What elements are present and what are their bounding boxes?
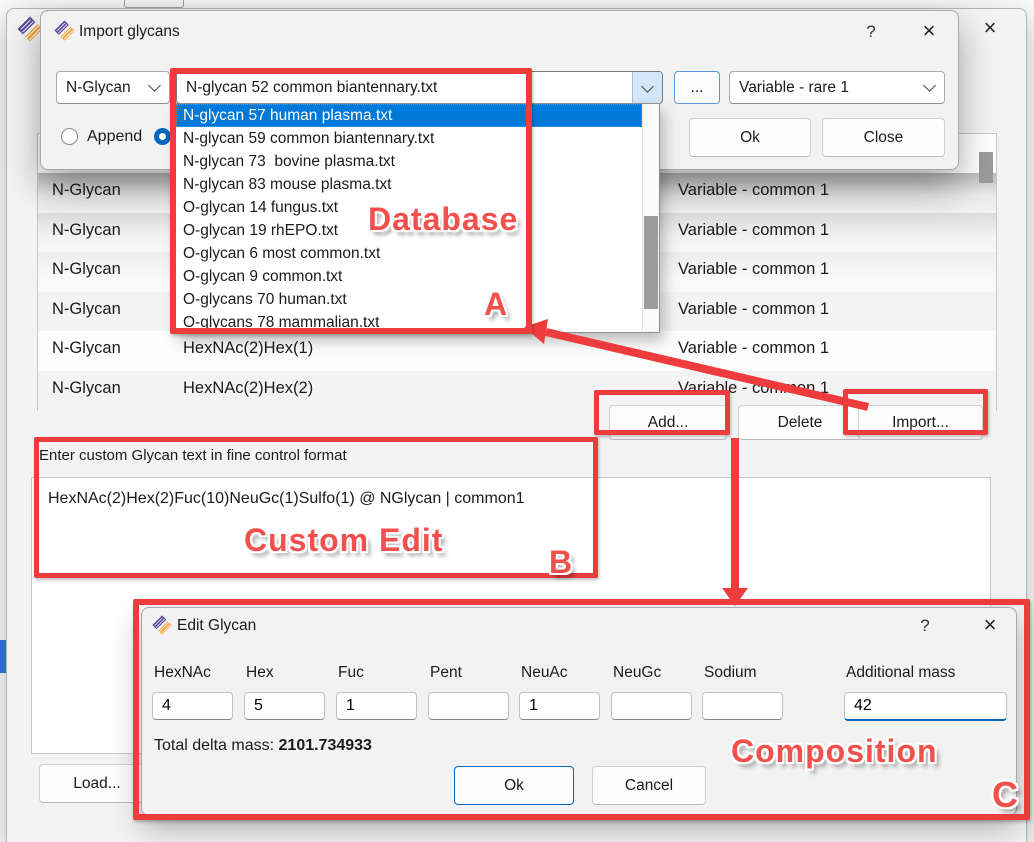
pent-input[interactable] [428,692,509,720]
edit-glycan-dialog: Edit Glycan ? × HexNAc Hex Fuc Pent NeuA… [141,607,1017,816]
import-dialog-title: Import glycans [79,23,180,40]
field-label-neuac: NeuAc [521,664,568,681]
append-radio-label: Append [87,128,143,145]
combo-dropdown-button[interactable] [632,72,662,103]
hexnac-input[interactable] [152,692,233,720]
edit-dialog-icon [152,615,172,635]
sodium-input[interactable] [702,692,783,720]
edit-cancel-button[interactable]: Cancel [592,766,706,805]
import-button[interactable]: Import... [858,405,983,440]
main-window-close-icon[interactable]: × [975,17,1005,39]
dropdown-scrollbar-thumb[interactable] [644,216,658,309]
table-scrollbar[interactable] [979,152,993,183]
additional-mass-input[interactable] [844,692,1007,721]
overwrite-radio[interactable] [154,128,171,145]
field-label-additional-mass: Additional mass [846,664,956,681]
modification-combo[interactable]: Variable - rare 1 [729,71,945,104]
glycan-file-combo[interactable]: N-glycan 52 common biantennary.txt [176,71,663,104]
edit-ok-button[interactable]: Ok [454,766,574,805]
dropdown-item[interactable]: O-glycan 14 fungus.txt [176,196,642,219]
neuac-input[interactable] [519,692,600,720]
field-label-fuc: Fuc [338,664,364,681]
edit-dialog-title: Edit Glycan [177,617,257,634]
dropdown-item[interactable]: O-glycans 70 human.txt [176,288,642,311]
field-label-neugc: NeuGc [613,664,662,681]
append-radio[interactable] [61,128,78,145]
screenshot-root: { "annotation": { "color": "#ee3b3b", "d… [0,0,1034,842]
import-dialog-icon [54,20,75,41]
fuc-input[interactable] [336,692,417,720]
dropdown-item[interactable]: O-glycan 19 rhEPO.txt [176,219,642,242]
delete-button[interactable]: Delete [738,405,862,440]
glycan-file-dropdown-list: N-glycan 57 human plasma.txt N-glycan 59… [175,103,660,333]
edit-dialog-help-icon[interactable]: ? [912,616,938,636]
chevron-down-icon [148,79,161,92]
field-label-hexnac: HexNAc [154,664,211,681]
total-delta-mass-value: 2101.734933 [278,737,372,754]
hex-input[interactable] [244,692,325,720]
import-dialog-close-icon[interactable]: × [913,20,945,42]
background-window-fragment [124,0,184,8]
dropdown-item[interactable]: O-glycans 78 mammalian.txt [176,311,642,334]
total-delta-mass-label: Total delta mass: [154,737,275,754]
browse-button[interactable]: ... [674,71,720,104]
background-window-edge [0,640,6,673]
dropdown-item[interactable]: N-glycan 59 common biantennary.txt [176,127,642,150]
glycan-type-combo[interactable]: N-Glycan [56,71,170,104]
add-button[interactable]: Add... [609,405,727,440]
chevron-down-icon [923,79,936,92]
field-label-hex: Hex [246,664,274,681]
dropdown-item[interactable]: O-glycan 9 common.txt [176,265,642,288]
chevron-down-icon [641,79,654,93]
custom-glycan-label: Enter custom Glycan text in fine control… [39,447,347,464]
load-button[interactable]: Load... [39,764,155,803]
field-label-pent: Pent [430,664,462,681]
neugc-input[interactable] [611,692,692,720]
dropdown-scrollbar[interactable] [642,104,659,332]
custom-glycan-text: HexNAc(2)Hex(2)Fuc(10)NeuGc(1)Sulfo(1) @… [48,490,525,507]
dropdown-item[interactable]: O-glycan 6 most common.txt [176,242,642,265]
dropdown-item[interactable]: N-glycan 83 mouse plasma.txt [176,173,642,196]
import-close-button[interactable]: Close [822,118,945,157]
dropdown-item[interactable]: N-glycan 73 bovine plasma.txt [176,150,642,173]
table-row[interactable]: N-Glycan HexNAc(2)Hex(1) Variable - comm… [38,331,996,371]
import-ok-button[interactable]: Ok [689,118,811,157]
dropdown-item[interactable]: N-glycan 57 human plasma.txt [176,104,642,127]
total-delta-mass: Total delta mass: 2101.734933 [154,737,372,755]
edit-dialog-close-icon[interactable]: × [975,614,1005,636]
field-label-sodium: Sodium [704,664,757,681]
import-dialog-help-icon[interactable]: ? [856,22,886,42]
